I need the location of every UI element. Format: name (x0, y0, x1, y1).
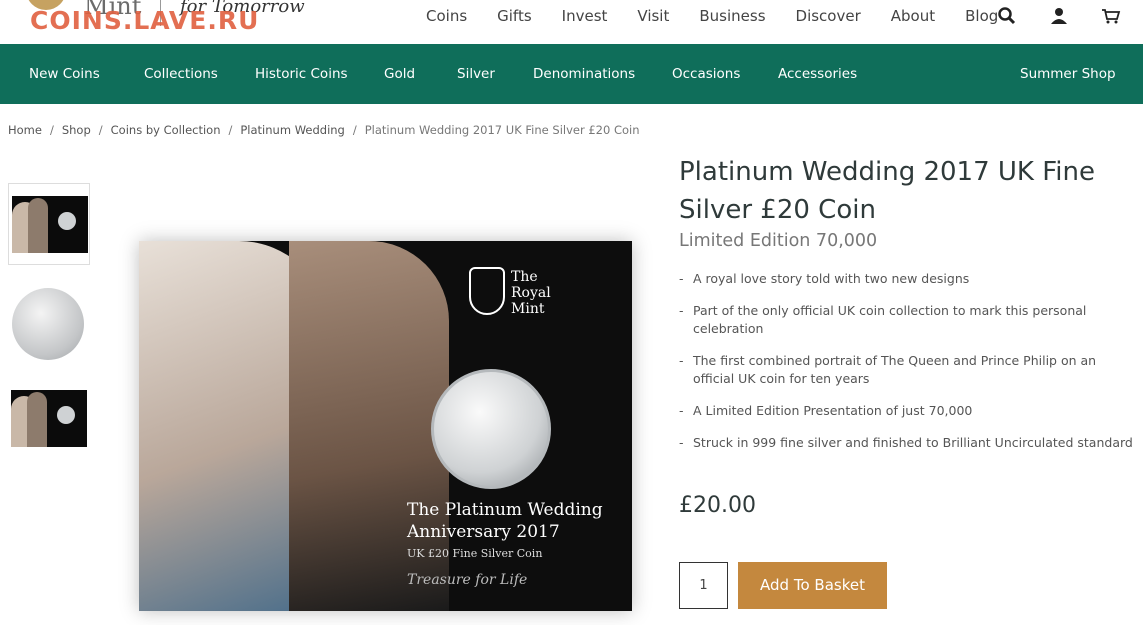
nav-discover[interactable]: Discover (796, 7, 861, 25)
header-icons (997, 6, 1123, 28)
feature-item: Struck in 999 fine silver and finished t… (679, 434, 1139, 452)
royal-mint-crest-icon (469, 267, 505, 315)
thumbnail-2[interactable] (8, 282, 90, 364)
breadcrumb-current: Platinum Wedding 2017 UK Fine Silver £20… (364, 123, 640, 137)
product-price: £20.00 (679, 493, 756, 518)
breadcrumb-separator: / (228, 123, 233, 137)
nav-about[interactable]: About (891, 7, 935, 25)
top-nav: Coins Gifts Invest Visit Business Discov… (426, 7, 1028, 25)
product-main-image[interactable]: The Royal Mint The Platinum Wedding Anni… (119, 241, 632, 611)
category-denominations[interactable]: Denominations (533, 66, 635, 82)
presentation-card: The Royal Mint The Platinum Wedding Anni… (139, 241, 632, 611)
thumbnail-coin-image (12, 288, 84, 360)
category-accessories[interactable]: Accessories (778, 66, 857, 82)
category-historic-coins[interactable]: Historic Coins (255, 66, 348, 82)
product-title: Platinum Wedding 2017 UK Fine Silver £20… (679, 157, 1095, 225)
category-nav: New Coins Collections Historic Coins Gol… (0, 44, 1143, 104)
nav-invest[interactable]: Invest (562, 7, 608, 25)
category-collections[interactable]: Collections (144, 66, 218, 82)
category-new-coins[interactable]: New Coins (29, 66, 100, 82)
breadcrumb-separator: / (49, 123, 54, 137)
category-summer-shop[interactable]: Summer Shop (1020, 66, 1116, 82)
breadcrumb-separator: / (98, 123, 103, 137)
breadcrumb-platinum-wedding[interactable]: Platinum Wedding (240, 123, 344, 137)
breadcrumb-coins-by-collection[interactable]: Coins by Collection (111, 123, 221, 137)
watermark: COINS.LAVE.RU (30, 6, 260, 35)
top-header: Mint for Tomorrow COINS.LAVE.RU Coins Gi… (0, 0, 1143, 44)
nav-coins[interactable]: Coins (426, 7, 467, 25)
feature-item: Part of the only official UK coin collec… (679, 302, 1139, 338)
nav-business[interactable]: Business (699, 7, 765, 25)
category-silver[interactable]: Silver (457, 66, 495, 82)
nav-blog[interactable]: Blog (965, 7, 998, 25)
thumbnail-image (11, 390, 87, 447)
feature-item: A Limited Edition Presentation of just 7… (679, 402, 1139, 420)
thumbnail-image (12, 196, 88, 253)
breadcrumb-shop[interactable]: Shop (62, 123, 91, 137)
category-occasions[interactable]: Occasions (672, 66, 740, 82)
coin-image (431, 369, 551, 489)
feature-item: The first combined portrait of The Queen… (679, 352, 1139, 388)
card-text: The Platinum Wedding Anniversary 2017 UK… (407, 500, 603, 588)
search-icon[interactable] (997, 6, 1019, 28)
basket-icon[interactable] (1101, 6, 1123, 28)
breadcrumb: Home / Shop / Coins by Collection / Plat… (8, 123, 640, 137)
product-edition: Limited Edition 70,000 (679, 231, 878, 251)
add-to-basket-button[interactable]: Add To Basket (738, 562, 887, 609)
breadcrumb-home[interactable]: Home (8, 123, 42, 137)
category-gold[interactable]: Gold (384, 66, 415, 82)
card-brand: The Royal Mint (511, 269, 551, 317)
thumbnail-1[interactable] (8, 183, 90, 265)
product-features: A royal love story told with two new des… (679, 270, 1139, 466)
feature-item: A royal love story told with two new des… (679, 270, 1139, 288)
thumbnail-3[interactable] (8, 378, 90, 460)
nav-gifts[interactable]: Gifts (497, 7, 532, 25)
nav-visit[interactable]: Visit (637, 7, 669, 25)
user-icon[interactable] (1049, 6, 1071, 28)
quantity-input[interactable]: 1 (679, 562, 728, 609)
breadcrumb-separator: / (352, 123, 357, 137)
